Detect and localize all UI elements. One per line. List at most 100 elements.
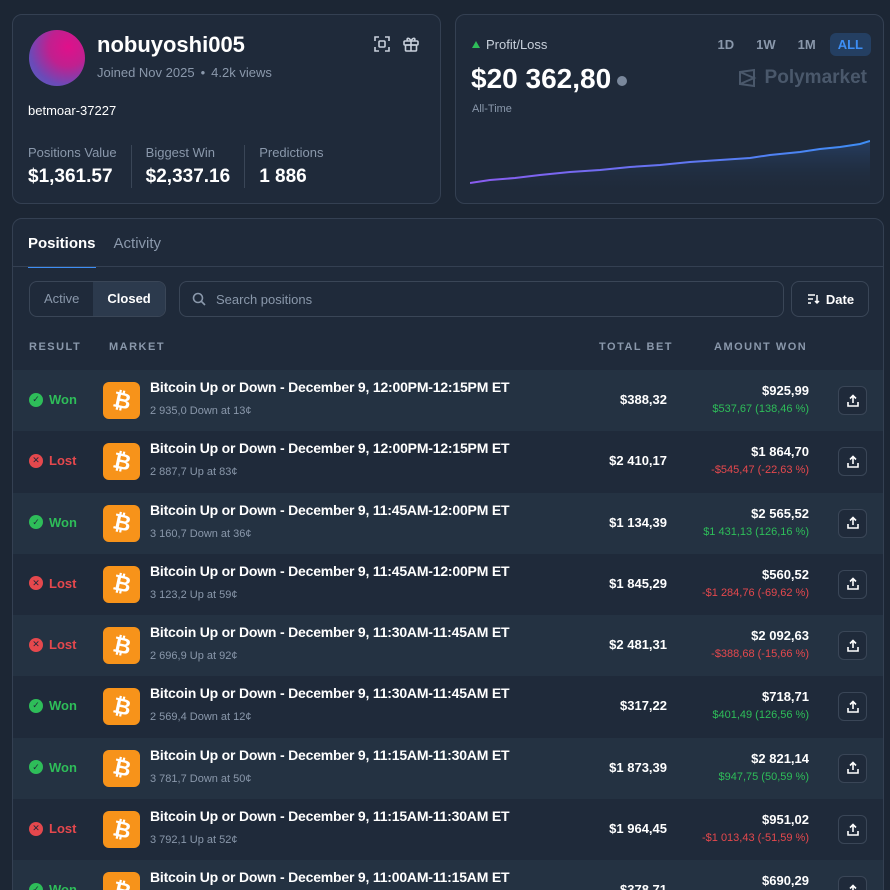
search-input[interactable] <box>216 291 756 307</box>
share-button[interactable] <box>838 876 867 890</box>
gift-icon[interactable] <box>402 35 420 53</box>
market-detail: 3 792,1 Up at 52¢ <box>150 834 238 847</box>
market-title[interactable]: Bitcoin Up or Down - December 9, 11:15AM… <box>150 747 510 763</box>
position-row[interactable]: ✕ Lost ₿ Bitcoin Up or Down - December 9, 1… <box>13 615 883 677</box>
share-button[interactable] <box>838 508 867 538</box>
total-bet: $2 410,17 <box>609 453 667 469</box>
range-all[interactable]: ALL <box>829 33 871 56</box>
profit-delta: $401,49 (126,56 %) <box>712 709 809 722</box>
result-label: Won <box>49 759 77 775</box>
check-circle-icon: ✓ <box>29 882 43 890</box>
stat-biggest-win: Biggest Win $2,337.16 <box>146 145 246 188</box>
market-title[interactable]: Bitcoin Up or Down - December 9, 11:15AM… <box>150 808 510 824</box>
market-title[interactable]: Bitcoin Up or Down - December 9, 12:00PM… <box>150 440 510 456</box>
share-icon <box>846 761 859 775</box>
range-1m[interactable]: 1M <box>790 33 824 56</box>
toggle-active[interactable]: Active <box>30 282 93 316</box>
status-toggle: Active Closed <box>29 281 166 317</box>
profit-delta: -$1 013,43 (-51,59 %) <box>701 832 809 845</box>
toggle-closed[interactable]: Closed <box>93 282 165 316</box>
bitcoin-icon: ₿ <box>103 811 140 849</box>
sort-date-button[interactable]: Date <box>791 281 869 317</box>
col-amount-won[interactable]: AMOUNT WON <box>714 341 807 353</box>
amount-won: $718,71 <box>762 689 809 705</box>
profile-card: nobuyoshi005 Joined Nov 2025 • 4.2k views … <box>12 14 441 204</box>
bitcoin-icon: ₿ <box>103 627 140 665</box>
market-detail: 3 123,2 Up at 59¢ <box>150 588 238 601</box>
market-title[interactable]: Bitcoin Up or Down - December 9, 12:00PM… <box>150 379 510 395</box>
result-badge: ✓ Won <box>29 882 77 890</box>
profit-delta: -$545,47 (-22,63 %) <box>711 464 809 477</box>
total-bet: $1 873,39 <box>609 759 667 775</box>
col-result: RESULT <box>29 341 82 353</box>
share-button[interactable] <box>838 692 867 722</box>
tab-divider <box>13 266 883 267</box>
position-row[interactable]: ✓ Won ₿ Bitcoin Up or Down - December 9, 11… <box>13 676 883 737</box>
range-1w[interactable]: 1W <box>748 33 784 56</box>
stat-label: Biggest Win <box>145 145 216 160</box>
position-row[interactable]: ✕ Lost ₿ Bitcoin Up or Down - December 9, 1… <box>13 799 883 860</box>
stat-value: 1 886 <box>259 166 307 187</box>
range-selector: 1D 1W 1M ALL <box>710 33 871 56</box>
info-icon[interactable] <box>617 75 628 86</box>
amount-won: $2 821,14 <box>751 750 809 766</box>
col-market: MARKET <box>109 341 166 353</box>
result-badge: ✓ Won <box>29 515 77 530</box>
profile-stats: Positions Value $1,361.57 Biggest Win $2… <box>28 145 352 188</box>
bitcoin-icon: ₿ <box>103 688 140 726</box>
brand-logo: Polymarket <box>737 67 867 89</box>
pnl-chart <box>470 140 870 195</box>
market-title[interactable]: Bitcoin Up or Down - December 9, 11:30AM… <box>150 624 510 640</box>
tab-bar: Positions Activity <box>28 235 161 268</box>
x-circle-icon: ✕ <box>29 821 43 836</box>
qr-scan-icon[interactable] <box>373 35 391 53</box>
position-row[interactable]: ✓ Won ₿ Bitcoin Up or Down - December 9, 12… <box>13 370 883 432</box>
check-circle-icon: ✓ <box>29 392 43 407</box>
result-label: Won <box>49 392 77 407</box>
range-1d[interactable]: 1D <box>710 33 743 56</box>
result-badge: ✕ Lost <box>29 821 76 836</box>
result-badge: ✕ Lost <box>29 576 76 591</box>
x-circle-icon: ✕ <box>29 576 43 591</box>
position-row[interactable]: ✓ Won ₿ Bitcoin Up or Down - December 9, 11… <box>13 492 883 554</box>
position-row[interactable]: ✓ Won ₿ Bitcoin Up or Down - December 9, 11… <box>13 737 883 800</box>
share-button[interactable] <box>838 631 867 661</box>
share-icon <box>846 393 859 407</box>
market-title[interactable]: Bitcoin Up or Down - December 9, 11:45AM… <box>150 502 510 518</box>
result-label: Won <box>49 882 77 890</box>
position-row[interactable]: ✓ Won ₿ Bitcoin Up or Down - December 9, 11… <box>13 860 883 890</box>
col-total-bet[interactable]: TOTAL BET <box>599 341 673 353</box>
position-row[interactable]: ✕ Lost ₿ Bitcoin Up or Down - December 9, 1… <box>13 431 883 492</box>
share-button[interactable] <box>838 569 867 599</box>
tab-positions[interactable]: Positions <box>28 235 96 268</box>
profit-loss-card: Profit/Loss $20 362,80 All-Time 1D 1W 1M… <box>455 14 884 204</box>
search-icon <box>192 292 206 306</box>
share-button[interactable] <box>838 447 867 477</box>
amount-won: $690,29 <box>762 873 809 889</box>
amount-won: $951,02 <box>762 812 809 828</box>
total-bet: $1 134,39 <box>609 514 667 530</box>
handle: betmoar-37227 <box>28 103 117 118</box>
bitcoin-icon: ₿ <box>103 872 140 890</box>
total-bet: $317,22 <box>620 698 667 714</box>
stat-value: $1,361.57 <box>28 166 113 187</box>
share-button[interactable] <box>838 386 867 415</box>
amount-won: $1 864,70 <box>751 444 809 460</box>
stat-positions-value: Positions Value $1,361.57 <box>28 145 132 188</box>
market-title[interactable]: Bitcoin Up or Down - December 9, 11:30AM… <box>150 685 510 701</box>
x-circle-icon: ✕ <box>29 453 43 468</box>
share-button[interactable] <box>838 753 867 783</box>
total-bet: $388,32 <box>620 392 667 407</box>
position-row[interactable]: ✕ Lost ₿ Bitcoin Up or Down - December 9, 1… <box>13 554 883 615</box>
profit-delta: -$1 284,76 (-69,62 %) <box>701 586 809 599</box>
stat-label: Predictions <box>259 145 324 160</box>
result-label: Lost <box>49 575 77 591</box>
amount-won: $2 092,63 <box>751 628 809 644</box>
result-badge: ✓ Won <box>29 392 77 407</box>
tab-activity[interactable]: Activity <box>114 235 162 268</box>
avatar[interactable] <box>29 30 85 86</box>
share-button[interactable] <box>838 815 867 845</box>
market-title[interactable]: Bitcoin Up or Down - December 9, 11:00AM… <box>150 869 510 885</box>
share-icon <box>846 700 859 713</box>
market-title[interactable]: Bitcoin Up or Down - December 9, 11:45AM… <box>150 563 510 579</box>
